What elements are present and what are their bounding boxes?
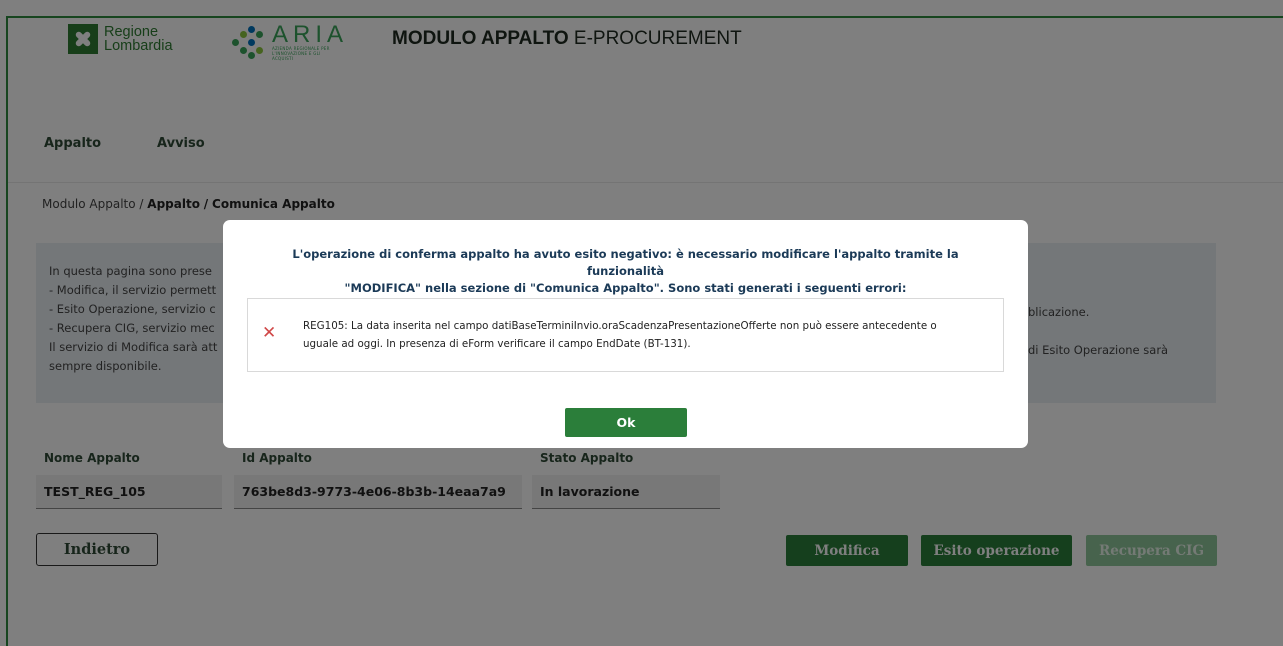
error-dialog: L'operazione di conferma appalto ha avut… bbox=[223, 220, 1028, 448]
dialog-title-line: L'operazione di conferma appalto ha avut… bbox=[292, 247, 959, 278]
ok-button[interactable]: Ok bbox=[565, 408, 687, 437]
error-message-line: REG105: La data inserita nel campo datiB… bbox=[303, 320, 937, 332]
dialog-title: L'operazione di conferma appalto ha avut… bbox=[253, 246, 998, 297]
dialog-title-line: "MODIFICA" nella sezione di "Comunica Ap… bbox=[344, 281, 907, 295]
error-message: REG105: La data inserita nel campo datiB… bbox=[303, 317, 993, 353]
error-message-line: uguale ad oggi. In presenza di eForm ver… bbox=[303, 338, 691, 350]
close-icon: ✕ bbox=[262, 323, 277, 343]
error-message-box: ✕ REG105: La data inserita nel campo dat… bbox=[247, 298, 1004, 372]
